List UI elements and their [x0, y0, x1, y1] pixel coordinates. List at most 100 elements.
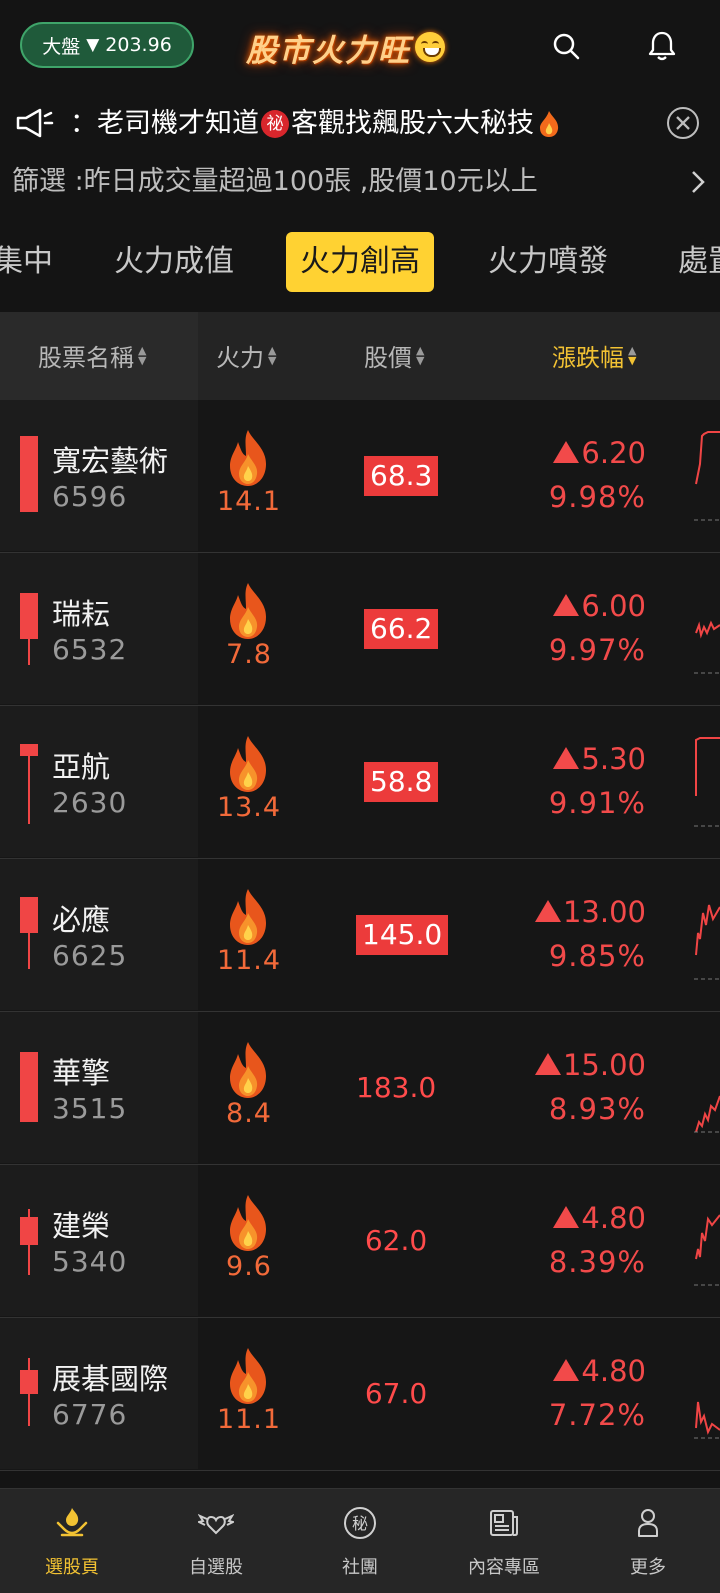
- up-triangle-icon: [534, 1053, 561, 1075]
- percent-change: 9.85%: [548, 939, 646, 973]
- percent-change: 8.93%: [548, 1092, 646, 1126]
- col-name-header[interactable]: 股票名稱 ▲ ▼: [38, 338, 146, 373]
- nav-label: 社團: [342, 1557, 378, 1578]
- stock-code: 5340: [52, 1245, 128, 1278]
- sort-icon: ▲ ▼: [268, 343, 277, 367]
- price-change: 5.30: [553, 742, 646, 776]
- col-fire-header[interactable]: 火力 ▲ ▼: [216, 338, 276, 373]
- stock-name: 展碁國際: [52, 1362, 169, 1396]
- nav-label: 選股頁: [45, 1557, 99, 1578]
- price-change: 6.00: [553, 589, 646, 623]
- fire-value: 11.4: [216, 945, 282, 976]
- sort-icon: ▲ ▼: [416, 343, 425, 367]
- table-header: 股票名稱 ▲ ▼ 火力 ▲ ▼ 股價 ▲ ▼ 漲跌幅 ▲ ▼: [0, 312, 720, 401]
- nav-content[interactable]: 內容專區: [432, 1489, 576, 1593]
- up-triangle-icon: [534, 900, 561, 922]
- up-triangle-icon: [553, 594, 580, 616]
- tab-disposition[interactable]: 處置: [668, 232, 720, 292]
- app-title-text: 股市火力旺: [246, 32, 411, 69]
- tab-fire-value[interactable]: 火力成值: [104, 232, 244, 292]
- sparkline-chart: [694, 730, 720, 834]
- fire-icon: [222, 734, 274, 794]
- price-change: 15.00: [534, 1048, 646, 1082]
- fire-icon: [222, 1040, 274, 1100]
- stock-price: 62.0: [364, 1224, 428, 1257]
- fire-value: 13.4: [216, 792, 282, 823]
- filter-text: 篩選 :昨日成交量超過100張 ,股價10元以上: [12, 166, 538, 197]
- bottom-nav: 選股頁 自選股 秘 社團 內容專區 更多: [0, 1488, 720, 1593]
- stock-row[interactable]: 展碁國際 6776 11.1 67.0 4.80 7.72%: [0, 1318, 720, 1471]
- price-change: 6.20: [553, 436, 646, 470]
- market-value: 203.96: [105, 34, 172, 56]
- stock-price: 58.8: [364, 762, 439, 802]
- stock-name: 必應: [52, 903, 111, 937]
- stock-name: 建榮: [52, 1209, 111, 1243]
- close-icon[interactable]: [666, 106, 700, 140]
- category-tabs: 集中 火力成值 火力創高 火力噴發 處置: [0, 226, 720, 296]
- person-icon: [630, 1505, 666, 1541]
- nav-more[interactable]: 更多: [576, 1489, 720, 1593]
- stock-name: 瑞耘: [52, 597, 111, 631]
- change-value: 4.80: [581, 1354, 646, 1388]
- price-change: 13.00: [534, 895, 646, 929]
- search-icon[interactable]: [546, 26, 586, 66]
- nav-label: 自選股: [189, 1557, 243, 1578]
- app-title: 股市火力旺: [246, 26, 445, 69]
- sparkline-chart: [694, 1342, 720, 1446]
- stock-name: 華擎: [52, 1056, 111, 1090]
- sparkline-chart: [694, 424, 720, 528]
- nav-label: 更多: [630, 1557, 666, 1578]
- grin-emoji-icon: [415, 32, 445, 62]
- filter-row[interactable]: 篩選 :昨日成交量超過100張 ,股價10元以上: [0, 160, 720, 204]
- stock-code: 3515: [52, 1092, 128, 1125]
- change-value: 5.30: [581, 742, 646, 776]
- stock-row[interactable]: 寬宏藝術 6596 14.1 68.3 6.20 9.98%: [0, 400, 720, 553]
- bell-icon[interactable]: [642, 26, 682, 66]
- announcement-text: ：老司機才知道 祕 客觀找飆股六大秘技: [70, 104, 650, 144]
- nav-stock-picker[interactable]: 選股頁: [0, 1489, 144, 1593]
- nav-watchlist[interactable]: 自選股: [144, 1489, 288, 1593]
- stock-row[interactable]: 亞航 2630 13.4 58.8 5.30 9.91%: [0, 706, 720, 859]
- stock-code: 6532: [52, 633, 128, 666]
- stock-price: 183.0: [356, 1071, 437, 1104]
- stock-price: 67.0: [364, 1377, 428, 1410]
- top-bar: 大盤 ▼ 203.96 股市火力旺: [0, 0, 720, 92]
- tab-concentrated[interactable]: 集中: [0, 232, 58, 292]
- up-triangle-icon: [553, 1359, 580, 1381]
- sparkline-chart: [694, 1189, 720, 1293]
- stock-price: 68.3: [364, 456, 439, 496]
- tab-fire-burst[interactable]: 火力噴發: [478, 232, 618, 292]
- fire-value: 9.6: [226, 1251, 272, 1282]
- percent-change: 9.97%: [548, 633, 646, 667]
- sparkline-chart: [694, 577, 720, 681]
- nav-label: 內容專區: [468, 1557, 540, 1578]
- market-index-pill[interactable]: 大盤 ▼ 203.96: [20, 22, 194, 68]
- svg-text:秘: 秘: [352, 1514, 368, 1533]
- fire-value: 7.8: [226, 639, 272, 670]
- nav-community[interactable]: 秘 社團: [288, 1489, 432, 1593]
- fire-value: 11.1: [216, 1404, 282, 1435]
- fire-value: 8.4: [226, 1098, 272, 1129]
- change-value: 15.00: [562, 1048, 646, 1082]
- change-value: 6.00: [581, 589, 646, 623]
- stock-row[interactable]: 華擎 3515 8.4 183.0 15.00 8.93%: [0, 1012, 720, 1165]
- sort-desc-icon: ▲ ▼: [628, 343, 637, 367]
- market-label: 大盤: [42, 35, 81, 58]
- stock-code: 6776: [52, 1398, 128, 1431]
- stock-row[interactable]: 必應 6625 11.4 145.0 13.00 9.85%: [0, 859, 720, 1012]
- col-price-header[interactable]: 股價 ▲ ▼: [364, 338, 424, 373]
- stock-row[interactable]: 瑞耘 6532 7.8 66.2 6.00 9.97%: [0, 553, 720, 706]
- sparkline-chart: [694, 1036, 720, 1140]
- col-change-header[interactable]: 漲跌幅 ▲ ▼: [552, 338, 636, 373]
- announcement-bar[interactable]: ：老司機才知道 祕 客觀找飆股六大秘技: [0, 96, 720, 152]
- chevron-right-icon: [688, 168, 708, 196]
- fire-value: 14.1: [216, 486, 282, 517]
- tab-fire-high[interactable]: 火力創高: [286, 232, 434, 292]
- stock-row[interactable]: 建榮 5340 9.6 62.0 4.80 8.39%: [0, 1165, 720, 1318]
- fire-icon: [222, 1346, 274, 1406]
- fire-icon: [222, 1193, 274, 1253]
- change-value: 13.00: [562, 895, 646, 929]
- percent-change: 8.39%: [548, 1245, 646, 1279]
- winged-heart-icon: [196, 1505, 236, 1541]
- fire-hands-icon: [54, 1505, 90, 1541]
